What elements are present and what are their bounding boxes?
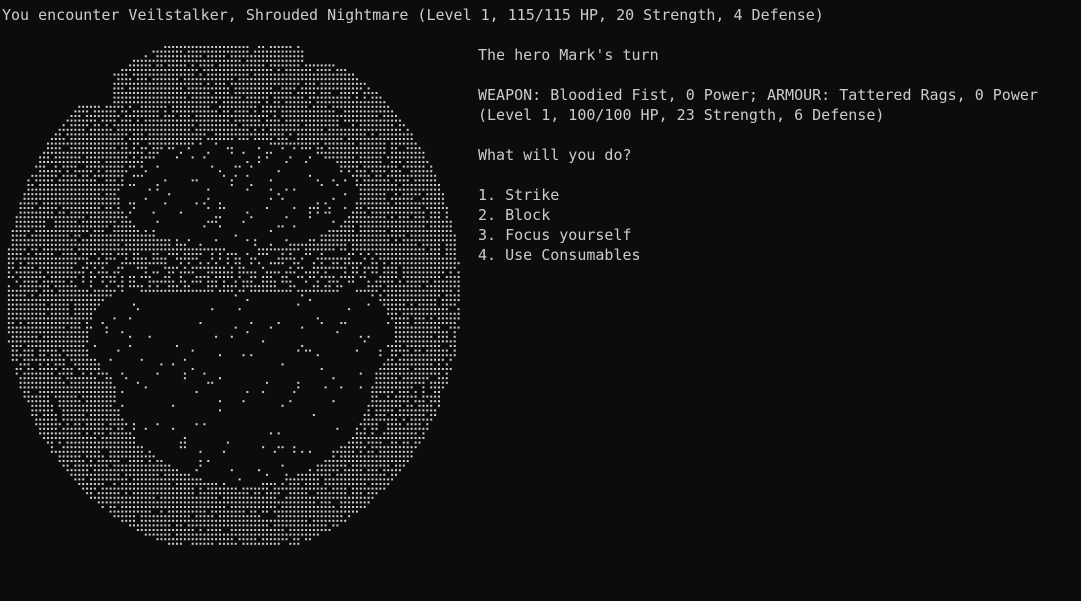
encounter-message: You encounter Veilstalker, Shrouded Nigh… <box>2 6 824 24</box>
equipment-line: WEAPON: Bloodied Fist, 0 Power; ARMOUR: … <box>478 86 1038 104</box>
option-consumables[interactable]: 4. Use Consumables <box>478 245 1038 265</box>
option-block[interactable]: 2. Block <box>478 205 1038 225</box>
hero-stats: (Level 1, 100/100 HP, 23 Strength, 6 Def… <box>478 106 885 124</box>
turn-indicator: The hero Mark's turn <box>478 46 659 64</box>
battle-panel: The hero Mark's turn WEAPON: Bloodied Fi… <box>478 45 1038 265</box>
option-strike[interactable]: 1. Strike <box>478 185 1038 205</box>
action-prompt: What will you do? <box>478 146 632 164</box>
option-focus[interactable]: 3. Focus yourself <box>478 225 1038 245</box>
monster-ascii-portrait <box>7 46 460 545</box>
